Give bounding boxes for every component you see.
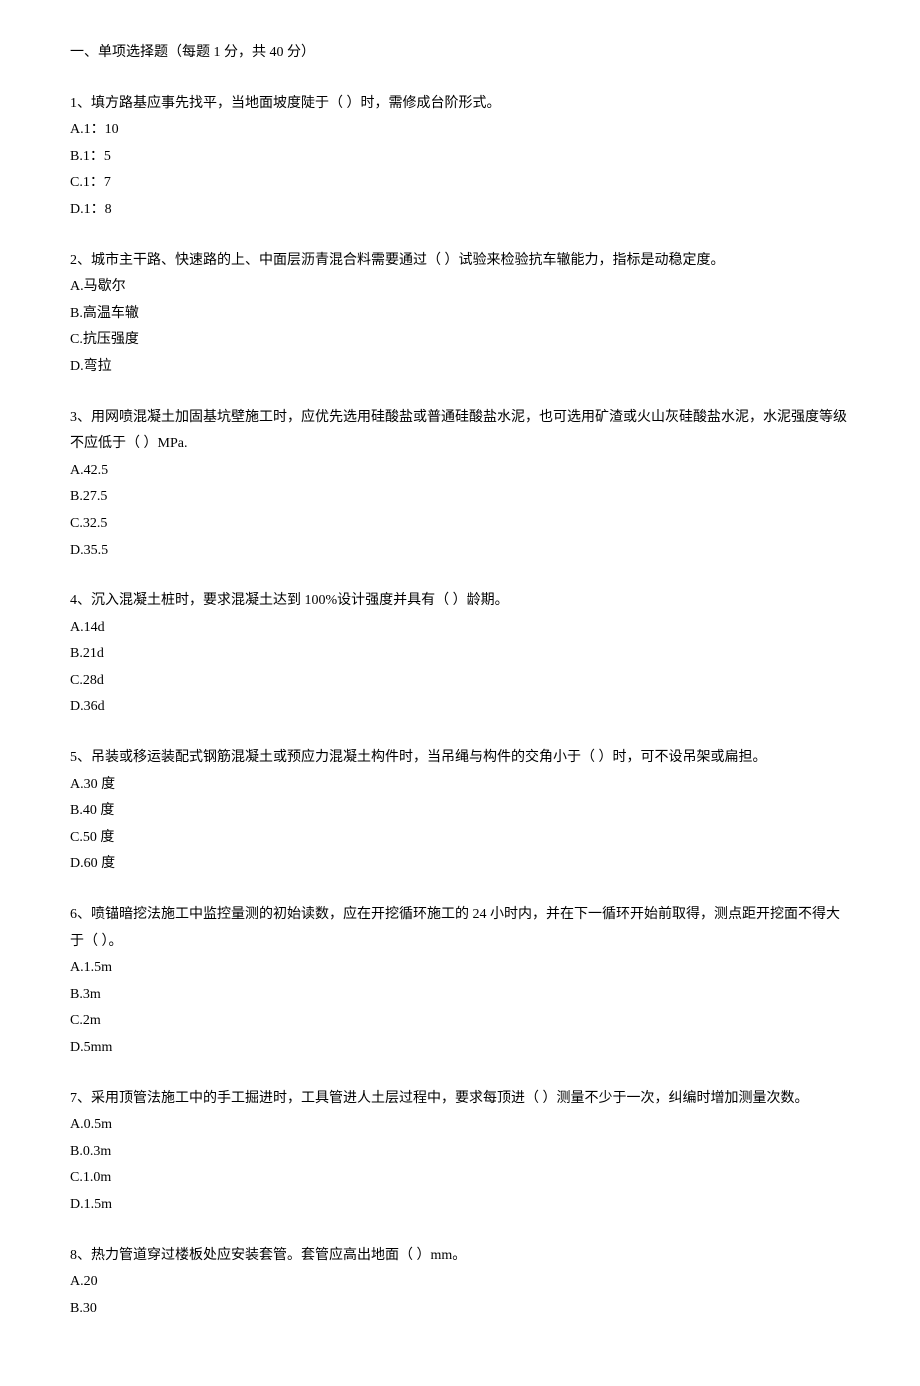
question-stem: 3、用网喷混凝土加固基坑壁施工时，应优先选用硅酸盐或普通硅酸盐水泥，也可选用矿渣… bbox=[70, 405, 850, 458]
question-stem: 5、吊装或移运装配式钢筋混凝土或预应力混凝土构件时，当吊绳与构件的交角小于（ ）… bbox=[70, 745, 850, 772]
option-a: A.14d bbox=[70, 615, 850, 642]
question-7: 7、采用顶管法施工中的手工掘进时，工具管进人土层过程中，要求每顶进（ ）测量不少… bbox=[70, 1086, 850, 1219]
question-6: 6、喷锚暗挖法施工中监控量测的初始读数，应在开挖循环施工的 24 小时内，并在下… bbox=[70, 902, 850, 1062]
question-stem: 2、城市主干路、快速路的上、中面层沥青混合料需要通过（ ）试验来检验抗车辙能力，… bbox=[70, 248, 850, 275]
option-c: C.2m bbox=[70, 1008, 850, 1035]
option-b: B.21d bbox=[70, 641, 850, 668]
option-b: B.1：5 bbox=[70, 144, 850, 171]
option-a: A.20 bbox=[70, 1269, 850, 1296]
option-b: B.0.3m bbox=[70, 1139, 850, 1166]
option-d: D.60 度 bbox=[70, 851, 850, 878]
option-a: A.1.5m bbox=[70, 955, 850, 982]
question-3: 3、用网喷混凝土加固基坑壁施工时，应优先选用硅酸盐或普通硅酸盐水泥，也可选用矿渣… bbox=[70, 405, 850, 565]
option-d: D.1.5m bbox=[70, 1192, 850, 1219]
option-b: B.27.5 bbox=[70, 484, 850, 511]
option-a: A.30 度 bbox=[70, 772, 850, 799]
option-d: D.5mm bbox=[70, 1035, 850, 1062]
option-a: A.42.5 bbox=[70, 458, 850, 485]
option-a: A.1：10 bbox=[70, 117, 850, 144]
option-d: D.1：8 bbox=[70, 197, 850, 224]
question-stem: 4、沉入混凝土桩时，要求混凝土达到 100%设计强度并具有（ ）龄期。 bbox=[70, 588, 850, 615]
question-2: 2、城市主干路、快速路的上、中面层沥青混合料需要通过（ ）试验来检验抗车辙能力，… bbox=[70, 248, 850, 381]
option-c: C.50 度 bbox=[70, 825, 850, 852]
option-d: D.弯拉 bbox=[70, 354, 850, 381]
question-stem: 7、采用顶管法施工中的手工掘进时，工具管进人土层过程中，要求每顶进（ ）测量不少… bbox=[70, 1086, 850, 1113]
question-stem: 1、填方路基应事先找平，当地面坡度陡于（ ）时，需修成台阶形式。 bbox=[70, 91, 850, 118]
option-c: C.28d bbox=[70, 668, 850, 695]
option-c: C.抗压强度 bbox=[70, 327, 850, 354]
option-a: A.0.5m bbox=[70, 1112, 850, 1139]
question-4: 4、沉入混凝土桩时，要求混凝土达到 100%设计强度并具有（ ）龄期。 A.14… bbox=[70, 588, 850, 721]
question-stem: 6、喷锚暗挖法施工中监控量测的初始读数，应在开挖循环施工的 24 小时内，并在下… bbox=[70, 902, 850, 955]
option-d: D.35.5 bbox=[70, 538, 850, 565]
question-8: 8、热力管道穿过楼板处应安装套管。套管应高出地面（ ）mm。 A.20 B.30 bbox=[70, 1243, 850, 1323]
option-c: C.1：7 bbox=[70, 170, 850, 197]
question-stem: 8、热力管道穿过楼板处应安装套管。套管应高出地面（ ）mm。 bbox=[70, 1243, 850, 1270]
option-b: B.高温车辙 bbox=[70, 301, 850, 328]
question-5: 5、吊装或移运装配式钢筋混凝土或预应力混凝土构件时，当吊绳与构件的交角小于（ ）… bbox=[70, 745, 850, 878]
option-c: C.1.0m bbox=[70, 1165, 850, 1192]
option-a: A.马歇尔 bbox=[70, 274, 850, 301]
option-d: D.36d bbox=[70, 694, 850, 721]
option-b: B.30 bbox=[70, 1296, 850, 1323]
option-c: C.32.5 bbox=[70, 511, 850, 538]
option-b: B.40 度 bbox=[70, 798, 850, 825]
question-1: 1、填方路基应事先找平，当地面坡度陡于（ ）时，需修成台阶形式。 A.1：10 … bbox=[70, 91, 850, 224]
section-title: 一、单项选择题（每题 1 分，共 40 分） bbox=[70, 40, 850, 67]
option-b: B.3m bbox=[70, 982, 850, 1009]
